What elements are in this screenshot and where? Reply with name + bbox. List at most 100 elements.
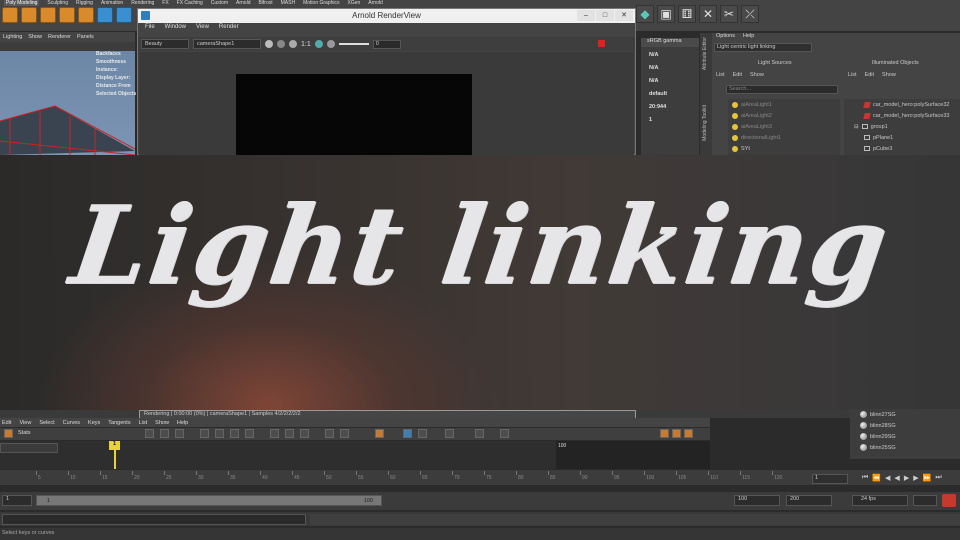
extrude-icon[interactable]: ▣ <box>657 5 675 23</box>
shelf-tab-arnold[interactable]: Arnold <box>236 0 250 6</box>
shelf-tab-xgen[interactable]: XGen <box>348 0 361 6</box>
shelf-tab-poly-modeling[interactable]: Poly Modeling <box>4 0 40 6</box>
ll-menu-help[interactable]: Help <box>743 33 754 39</box>
exposure-slider[interactable] <box>338 43 369 45</box>
ge-menu-view[interactable]: View <box>19 420 31 426</box>
step-forward-key-icon[interactable]: ⏩ <box>923 474 932 482</box>
viewport-menu-show[interactable]: Show <box>28 34 42 40</box>
rv-menu-file[interactable]: File <box>145 24 155 30</box>
unify-tangent-icon[interactable] <box>340 429 349 438</box>
list-item[interactable]: car_model_hero:polySurface33 <box>844 110 960 121</box>
ge-menu-edit[interactable]: Edit <box>2 420 11 426</box>
shelf-tab-mash[interactable]: MASH <box>281 0 295 6</box>
linear-tangent-icon[interactable] <box>245 429 254 438</box>
auto-tangent-icon[interactable] <box>200 429 209 438</box>
shelf-tab-motion-graphics[interactable]: Motion Graphics <box>303 0 339 6</box>
play-back-icon[interactable]: ◀ <box>894 474 899 482</box>
channel-icon[interactable] <box>265 40 273 48</box>
poly-cylinder-icon[interactable] <box>40 7 56 23</box>
shelf-tab-sculpting[interactable]: Sculpting <box>47 0 68 6</box>
minimize-button[interactable]: – <box>577 10 595 21</box>
shelf-tab-arnold-2[interactable]: Arnold <box>368 0 382 6</box>
go-to-start-icon[interactable]: ⏮ <box>862 474 868 482</box>
tab-modeling-toolkit[interactable]: Modeling Toolkit <box>702 105 708 141</box>
current-frame-marker[interactable]: 1 <box>109 441 120 450</box>
bridge-icon[interactable]: ⚅ <box>678 5 696 23</box>
ll-menu-options[interactable]: Options <box>716 33 735 39</box>
ls-menu-list[interactable]: List <box>716 72 725 78</box>
io-menu-edit[interactable]: Edit <box>865 72 874 78</box>
shelf-tab-rendering[interactable]: Rendering <box>131 0 154 6</box>
frame-playback-icon[interactable] <box>175 429 184 438</box>
color-space-label[interactable]: sRGB gamma <box>641 38 699 47</box>
shelf-tab-fx-caching[interactable]: FX Caching <box>177 0 203 6</box>
ge-menu-show[interactable]: Show <box>155 420 169 426</box>
bevel-icon[interactable]: ◆ <box>636 5 654 23</box>
ge-menu-tangents[interactable]: Tangents <box>108 420 130 426</box>
ge-menu-select[interactable]: Select <box>39 420 54 426</box>
auto-key-button[interactable] <box>942 494 956 507</box>
spline-tangent-icon[interactable] <box>215 429 224 438</box>
buffer-curve-icon[interactable] <box>375 429 384 438</box>
zoom-ratio[interactable]: 1:1 <box>301 41 311 48</box>
curve-filter-icon[interactable] <box>660 429 669 438</box>
extract-icon[interactable] <box>116 7 132 23</box>
retime-icon[interactable] <box>475 429 484 438</box>
list-item[interactable]: car_model_hero:polySurface32 <box>844 99 960 110</box>
shelf-tab-custom[interactable]: Custom <box>211 0 228 6</box>
flat-tangent-icon[interactable] <box>270 429 279 438</box>
crop-icon[interactable] <box>314 40 323 48</box>
end-time-field[interactable]: 100 <box>734 495 780 506</box>
stop-render-button[interactable] <box>598 40 605 47</box>
multicut-icon[interactable]: ✂ <box>720 5 738 23</box>
exposure-icon[interactable] <box>326 40 335 48</box>
rv-menu-window[interactable]: Window <box>165 24 186 30</box>
poly-cone-icon[interactable] <box>59 7 75 23</box>
max-time-field[interactable]: 200 <box>786 495 832 506</box>
time-sync-icon[interactable] <box>672 429 681 438</box>
viewport-menu-panels[interactable]: Panels <box>77 34 94 40</box>
light-search-input[interactable]: Search... <box>726 85 838 94</box>
exposure-value[interactable]: 0 <box>372 39 401 49</box>
list-item[interactable]: SYt <box>728 143 840 154</box>
list-item[interactable]: pCube3 <box>844 143 960 154</box>
step-back-key-icon[interactable]: ⏪ <box>872 474 881 482</box>
ge-menu-list[interactable]: List <box>139 420 148 426</box>
close-button[interactable]: ✕ <box>615 10 633 21</box>
step-tangent-icon[interactable] <box>285 429 294 438</box>
list-item[interactable]: aiAreaLight2 <box>728 110 840 121</box>
plateau-tangent-icon[interactable] <box>300 429 309 438</box>
fps-select[interactable]: 24 fps <box>852 495 908 506</box>
list-item[interactable]: aiAreaLight1 <box>728 99 840 110</box>
append-icon[interactable]: ✕ <box>699 5 717 23</box>
poly-torus-icon[interactable] <box>78 7 94 23</box>
loop-toggle[interactable] <box>913 495 937 506</box>
list-item[interactable]: blinn27SG <box>850 409 960 420</box>
combine-icon[interactable] <box>97 7 113 23</box>
normalize-icon[interactable] <box>403 429 412 438</box>
expand-icon[interactable]: ⊟ <box>854 124 859 130</box>
viewport-menu-renderer[interactable]: Renderer <box>48 34 71 40</box>
key-stats-icon[interactable] <box>684 429 693 438</box>
list-item[interactable]: blinn25SG <box>850 442 960 453</box>
viewport-menu-lighting[interactable]: Lighting <box>3 34 22 40</box>
move-key-icon[interactable] <box>4 429 13 438</box>
shelf-tab-bifrost[interactable]: Bifrost <box>258 0 272 6</box>
shelf-tab-fx[interactable]: FX <box>162 0 168 6</box>
start-time-field[interactable]: 1 <box>2 495 32 506</box>
target-weld-icon[interactable]: ⤫ <box>741 5 759 23</box>
ls-menu-edit[interactable]: Edit <box>733 72 742 78</box>
break-tangent-icon[interactable] <box>325 429 334 438</box>
list-item[interactable]: pPlane1 <box>844 132 960 143</box>
insert-key-icon[interactable] <box>500 429 509 438</box>
shelf-tab-animation[interactable]: Animation <box>101 0 123 6</box>
poly-cube-icon[interactable] <box>21 7 37 23</box>
io-menu-list[interactable]: List <box>848 72 857 78</box>
clamped-tangent-icon[interactable] <box>230 429 239 438</box>
list-item[interactable]: aiAreaLight3 <box>728 121 840 132</box>
list-item[interactable]: blinn29SG <box>850 431 960 442</box>
current-time-field[interactable]: 1 <box>812 474 848 484</box>
ge-menu-keys[interactable]: Keys <box>88 420 100 426</box>
render-view-titlebar[interactable]: Arnold RenderView – □ ✕ <box>138 9 635 23</box>
rv-menu-render[interactable]: Render <box>219 24 239 30</box>
